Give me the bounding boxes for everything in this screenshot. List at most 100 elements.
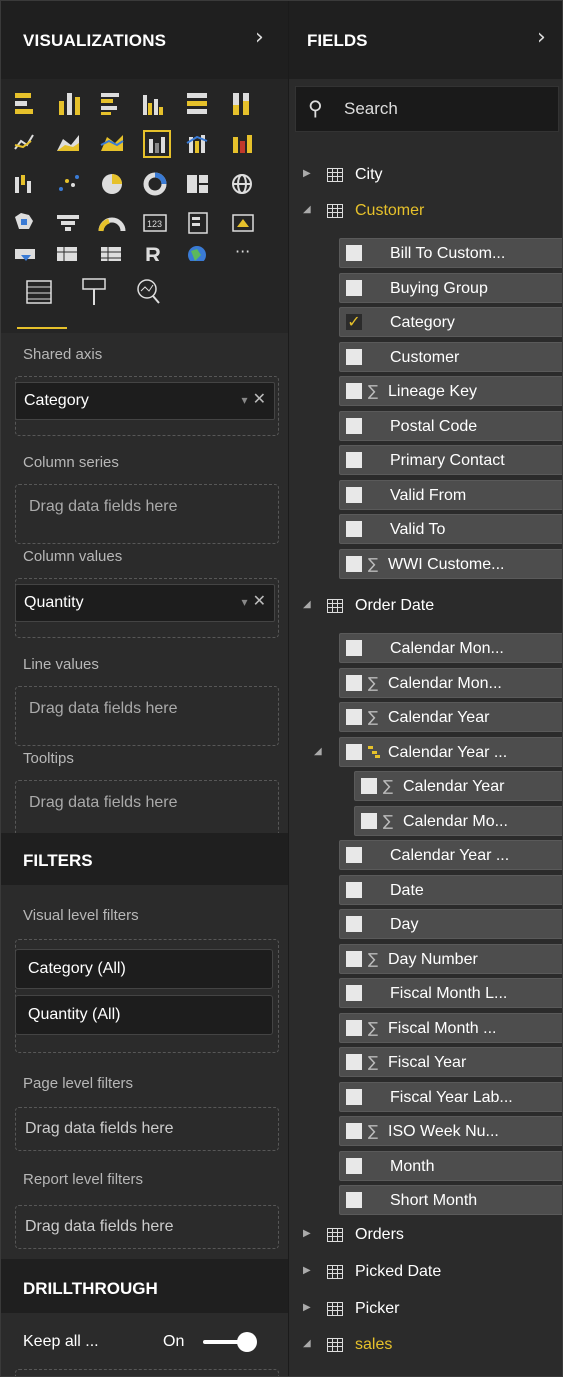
collapse-caret-icon[interactable]: ◢	[314, 746, 322, 757]
field-item[interactable]: Day	[339, 909, 562, 939]
stacked-bar-chart-icon[interactable]	[15, 93, 33, 114]
shared-axis-controls[interactable]: ▾ ✕	[241, 389, 266, 408]
checkbox[interactable]	[346, 1157, 362, 1174]
checkbox[interactable]	[346, 452, 362, 468]
table-sales[interactable]: ◢ sales	[289, 1330, 562, 1360]
checkbox[interactable]	[346, 1019, 362, 1036]
multi-row-card-icon[interactable]	[188, 212, 208, 234]
search-input[interactable]	[342, 97, 546, 121]
slicer-icon[interactable]	[15, 249, 35, 261]
field-item[interactable]: Customer	[339, 341, 562, 372]
field-item[interactable]: Month	[339, 1150, 562, 1181]
field-item[interactable]: ◢ Calendar Year ...	[314, 736, 562, 767]
field-item[interactable]: ∑ Calendar Mon...	[339, 667, 562, 698]
treemap-icon[interactable]	[187, 175, 208, 193]
table-picker[interactable]: ▶ Picker	[289, 1294, 562, 1324]
table-customer[interactable]: ◢ Customer	[289, 196, 562, 226]
expand-caret-icon[interactable]: ▶	[303, 1265, 311, 1276]
field-item[interactable]: ✓ Category	[339, 307, 562, 337]
checkbox[interactable]	[346, 1054, 362, 1070]
ribbon-chart-icon[interactable]	[233, 135, 252, 153]
gauge-icon[interactable]	[98, 217, 126, 232]
checkbox[interactable]	[346, 881, 362, 898]
field-item[interactable]: ∑ Calendar Year	[354, 771, 562, 801]
field-item[interactable]: ∑ Fiscal Year	[339, 1047, 562, 1077]
arcgis-map-icon[interactable]	[188, 246, 206, 261]
matrix-icon[interactable]	[101, 247, 121, 261]
field-item[interactable]: ∑ WWI Custome...	[339, 548, 562, 579]
expand-caret-icon[interactable]: ▶	[303, 1228, 311, 1239]
100-stacked-bar-chart-icon[interactable]	[187, 93, 207, 114]
scatter-chart-icon[interactable]	[59, 175, 79, 191]
kpi-icon[interactable]	[232, 214, 254, 232]
filter-item-category[interactable]: Category (All)	[15, 949, 273, 989]
checkbox[interactable]	[346, 709, 362, 725]
analytics-magnifier-icon[interactable]	[137, 279, 160, 304]
table-picked-date[interactable]: ▶ Picked Date	[289, 1257, 562, 1287]
clustered-column-chart-icon[interactable]	[143, 95, 163, 115]
checkbox[interactable]	[346, 640, 362, 656]
close-icon[interactable]: ✕	[253, 389, 266, 408]
table-orders[interactable]: ▶ Orders	[289, 1220, 562, 1250]
expand-caret-icon[interactable]: ▶	[303, 168, 311, 179]
checkbox[interactable]	[346, 348, 362, 365]
more-icon[interactable]: ···	[235, 242, 250, 261]
drillthrough-well[interactable]	[15, 1369, 279, 1376]
collapse-caret-icon[interactable]: ◢	[303, 204, 311, 215]
close-icon[interactable]: ✕	[253, 591, 266, 610]
filter-item-quantity[interactable]: Quantity (All)	[15, 995, 273, 1035]
field-item[interactable]: ∑ Calendar Year	[339, 702, 562, 732]
checkbox[interactable]	[346, 950, 362, 967]
collapse-caret-icon[interactable]: ◢	[303, 599, 311, 610]
line-chart-icon[interactable]	[14, 134, 34, 150]
card-icon[interactable]: 123	[143, 214, 167, 232]
stacked-column-chart-icon[interactable]	[59, 93, 80, 115]
area-chart-icon[interactable]	[57, 135, 79, 151]
checkbox[interactable]	[346, 417, 362, 434]
checkbox[interactable]	[346, 486, 362, 503]
table-icon[interactable]	[57, 247, 77, 261]
pie-chart-icon[interactable]	[102, 174, 122, 194]
fields-tab-icon[interactable]	[26, 280, 52, 304]
column-values-field[interactable]: Quantity ▾ ✕	[15, 584, 275, 622]
waterfall-chart-icon[interactable]	[15, 175, 31, 193]
checkbox[interactable]	[346, 383, 362, 399]
format-paint-roller-icon[interactable]	[82, 278, 106, 305]
field-item[interactable]: ∑ ISO Week Nu...	[339, 1116, 562, 1146]
field-item[interactable]: ∑ Fiscal Month ...	[339, 1012, 562, 1043]
checkbox[interactable]	[346, 555, 362, 572]
field-item[interactable]: Fiscal Year Lab...	[339, 1081, 562, 1112]
field-item[interactable]: ∑ Lineage Key	[339, 376, 562, 406]
field-item[interactable]: Valid From	[339, 479, 562, 510]
chevron-down-icon[interactable]: ▾	[241, 595, 247, 609]
field-item[interactable]: Calendar Mon...	[339, 633, 562, 663]
field-item[interactable]: Short Month	[339, 1185, 562, 1215]
field-item[interactable]: Postal Code	[339, 410, 562, 441]
expand-caret-icon[interactable]: ▶	[303, 1302, 311, 1313]
line-and-clustered-column-chart-icon[interactable]	[143, 130, 171, 158]
map-icon[interactable]	[232, 174, 252, 194]
checkbox[interactable]	[346, 279, 362, 296]
chevron-down-icon[interactable]: ▾	[241, 393, 247, 407]
filled-map-icon[interactable]	[15, 213, 33, 229]
shared-axis-field[interactable]: Category ▾ ✕	[15, 382, 275, 420]
checkbox[interactable]	[346, 916, 362, 932]
checkbox[interactable]	[346, 985, 362, 1001]
field-item[interactable]: Date	[339, 874, 562, 905]
checkbox[interactable]	[361, 812, 377, 829]
toggle-knob[interactable]	[237, 1332, 257, 1352]
table-city[interactable]: ▶ City	[289, 160, 562, 190]
100-stacked-column-chart-icon[interactable]	[233, 93, 249, 115]
checkbox-checked[interactable]: ✓	[346, 314, 362, 330]
chevron-right-icon[interactable]: ›	[537, 25, 546, 50]
checkbox[interactable]	[346, 521, 362, 537]
field-item[interactable]: ∑ Day Number	[339, 943, 562, 974]
clustered-bar-chart-icon[interactable]	[101, 93, 119, 115]
field-item[interactable]: Valid To	[339, 514, 562, 544]
stacked-area-chart-icon[interactable]	[100, 135, 124, 151]
funnel-icon[interactable]	[57, 215, 79, 231]
table-order-date[interactable]: ◢ Order Date	[289, 591, 562, 621]
line-and-stacked-column-chart-icon[interactable]	[186, 135, 208, 153]
checkbox[interactable]	[346, 1192, 362, 1208]
field-item[interactable]: Calendar Year ...	[339, 840, 562, 870]
